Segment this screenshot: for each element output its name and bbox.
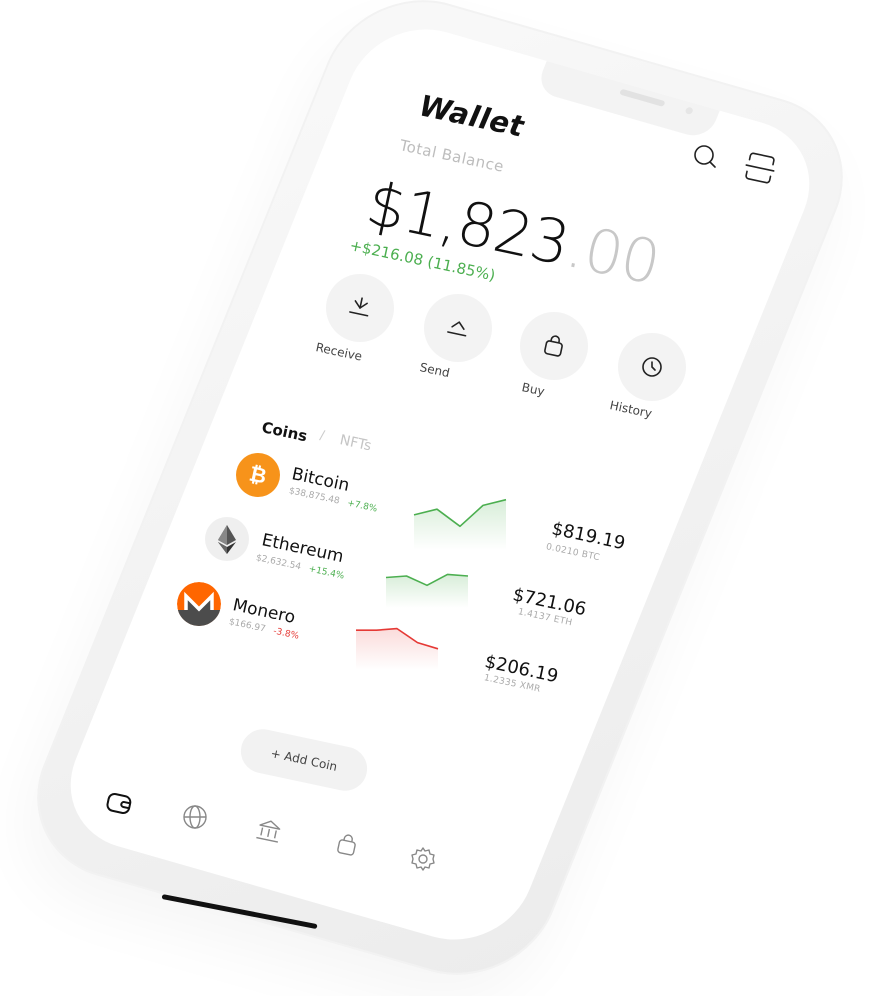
bitcoin-icon: ₿ bbox=[247, 461, 269, 488]
gear-icon bbox=[411, 847, 435, 871]
monero-icon bbox=[177, 582, 221, 626]
send-icon bbox=[447, 321, 467, 337]
nav-wallet[interactable] bbox=[102, 786, 136, 820]
clock-icon bbox=[642, 357, 662, 377]
send-button[interactable] bbox=[424, 294, 492, 362]
wallet-icon bbox=[106, 793, 132, 814]
nav-shop[interactable] bbox=[330, 828, 364, 862]
bitcoin-logo: ₿ bbox=[236, 453, 280, 497]
search-icon bbox=[694, 145, 716, 168]
receive-button[interactable] bbox=[326, 274, 394, 342]
front-camera bbox=[684, 106, 694, 115]
ethereum-icon bbox=[218, 525, 236, 554]
globe-icon bbox=[183, 805, 207, 829]
nav-bank[interactable] bbox=[252, 814, 286, 848]
scan-icon bbox=[745, 152, 775, 184]
history-button[interactable] bbox=[618, 333, 686, 401]
search-button[interactable] bbox=[686, 138, 724, 176]
shopping-bag-icon bbox=[337, 834, 356, 856]
nav-settings[interactable] bbox=[406, 842, 440, 876]
svg-text:₿: ₿ bbox=[247, 461, 269, 488]
scan-button[interactable] bbox=[740, 148, 780, 188]
stage: Wallet Total Balance $1,823.00 +$216.08 … bbox=[0, 0, 886, 996]
bank-icon bbox=[256, 820, 281, 843]
sparkline-bitcoin bbox=[413, 498, 507, 550]
monero-logo bbox=[177, 582, 221, 626]
sparkline-monero bbox=[356, 627, 439, 670]
nav-explore[interactable] bbox=[178, 800, 212, 834]
ethereum-logo bbox=[205, 517, 249, 561]
buy-button[interactable] bbox=[520, 312, 588, 380]
sparkline-ethereum bbox=[385, 573, 469, 608]
receive-icon bbox=[349, 297, 369, 317]
shopping-bag-icon bbox=[544, 335, 563, 357]
